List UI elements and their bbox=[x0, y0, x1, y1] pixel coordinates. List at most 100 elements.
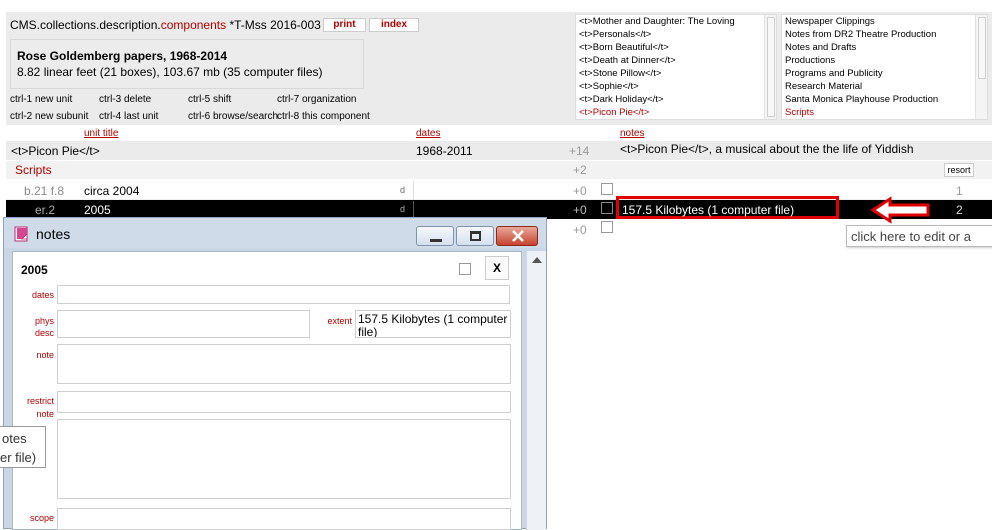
list-item[interactable]: Newspaper Clippings bbox=[782, 15, 987, 28]
collection-summary: Rose Goldemberg papers, 1968-2014 8.82 l… bbox=[10, 39, 364, 89]
notes-form: 2005 X dates phys desc extent 157.5 Kilo… bbox=[12, 251, 522, 530]
shortcut-organization[interactable]: ctrl-7 organization bbox=[277, 94, 356, 105]
tooltip: click here to edit or a bbox=[846, 225, 992, 247]
list-item-selected[interactable]: <t>Picon Pie</t> bbox=[576, 106, 776, 119]
list-item[interactable]: Santa Monica Playhouse Production bbox=[782, 93, 987, 106]
list-item[interactable]: Productions bbox=[782, 54, 987, 67]
restrict-note-label: note bbox=[36, 409, 54, 419]
row-location: er.2 bbox=[35, 203, 56, 217]
scope-textarea[interactable] bbox=[57, 508, 511, 530]
close-icon bbox=[512, 230, 524, 242]
row-checkbox[interactable] bbox=[601, 221, 613, 233]
restrict-note-input[interactable] bbox=[57, 391, 511, 413]
path-components: components bbox=[160, 18, 227, 32]
top-panel: CMS.collections.description.components *… bbox=[6, 12, 992, 125]
extent-line-1: 157.5 Kilobytes (1 computer bbox=[358, 312, 508, 326]
row-location: b.21 f.8 bbox=[24, 184, 65, 198]
arrow-left-icon bbox=[870, 196, 930, 224]
path-prefix: CMS.collections.description. bbox=[10, 18, 161, 32]
row-checkbox[interactable] bbox=[601, 183, 613, 195]
column-dates[interactable]: dates bbox=[416, 128, 440, 139]
clipped-tooltip: otes er file) bbox=[0, 426, 46, 468]
series-list[interactable]: Newspaper Clippings Notes from DR2 Theat… bbox=[781, 14, 988, 120]
note-label: note bbox=[36, 350, 54, 360]
row-number: 2 bbox=[956, 203, 963, 217]
parent-dates: 1968-2011 bbox=[416, 144, 473, 158]
row-count: +0 bbox=[573, 203, 587, 217]
table-row[interactable]: b.21 f.8 circa 2004 d +0 1 bbox=[6, 181, 992, 200]
shortcut-new-subunit[interactable]: ctrl-2 new subunit bbox=[10, 111, 88, 122]
component-title-list[interactable]: <t>Mother and Daughter: The Loving <t>Pe… bbox=[575, 14, 777, 120]
list-item[interactable]: Programs and Publicity bbox=[782, 67, 987, 80]
date-chip[interactable]: d bbox=[400, 204, 405, 214]
series-title: Scripts bbox=[15, 163, 52, 177]
list-item[interactable]: <t>Born Beautiful</t> bbox=[576, 41, 776, 54]
list-item[interactable]: Notes and Drafts bbox=[782, 41, 987, 54]
list-item[interactable]: Notes from DR2 Theatre Production bbox=[782, 28, 987, 41]
minimize-icon bbox=[430, 239, 442, 242]
close-window-button[interactable] bbox=[496, 226, 538, 246]
shortcut-this-component[interactable]: ctrl-8 this component bbox=[277, 111, 370, 122]
clipped-line-2: er file) bbox=[0, 450, 37, 465]
row-title[interactable]: 2005 bbox=[84, 203, 111, 217]
resort-button[interactable]: resort bbox=[944, 163, 974, 177]
parent-count: +14 bbox=[569, 144, 590, 158]
maximize-icon bbox=[470, 231, 481, 241]
extent-line-2: file) bbox=[358, 325, 378, 338]
maximize-button[interactable] bbox=[456, 226, 494, 246]
extent-input[interactable]: 157.5 Kilobytes (1 computer file) bbox=[355, 310, 511, 338]
scrollbar[interactable] bbox=[975, 15, 987, 119]
extent-label: extent bbox=[327, 316, 352, 326]
scroll-up-icon[interactable] bbox=[532, 257, 542, 263]
note-textarea[interactable] bbox=[57, 344, 511, 384]
series-count: +2 bbox=[573, 163, 587, 177]
scope-label: scope bbox=[29, 513, 54, 523]
shortcut-last-unit[interactable]: ctrl-4 last unit bbox=[99, 111, 158, 122]
dates-input[interactable] bbox=[57, 285, 510, 304]
form-checkbox[interactable] bbox=[459, 263, 471, 275]
list-item[interactable]: <t>Personals</t> bbox=[576, 28, 776, 41]
row-count: +0 bbox=[573, 184, 587, 198]
notes-window[interactable]: notes 2005 X dates phys desc extent 157.… bbox=[3, 217, 547, 530]
list-item[interactable]: <t>Mother and Daughter: The Loving bbox=[576, 15, 776, 28]
row-checkbox[interactable] bbox=[601, 202, 613, 214]
print-button[interactable]: print bbox=[323, 18, 366, 32]
parent-row[interactable]: <t>Picon Pie</t> 1968-2011 +14 <t>Picon … bbox=[6, 141, 992, 160]
list-item[interactable]: <t>Death at Dinner</t> bbox=[576, 54, 776, 67]
shortcut-delete[interactable]: ctrl-3 delete bbox=[99, 94, 151, 105]
list-item[interactable]: <t>Sophie</t> bbox=[576, 80, 776, 93]
window-title: notes bbox=[36, 226, 71, 242]
form-heading: 2005 bbox=[21, 263, 48, 277]
row-number: 1 bbox=[956, 184, 963, 198]
date-chip[interactable]: d bbox=[400, 185, 405, 195]
form-scrollbar[interactable] bbox=[526, 251, 546, 530]
dates-label: dates bbox=[31, 290, 54, 300]
list-item[interactable]: <t>Dark Holiday</t> bbox=[576, 93, 776, 106]
column-unit-title[interactable]: unit title bbox=[84, 128, 118, 139]
desc-label: desc bbox=[34, 328, 54, 338]
index-button[interactable]: index bbox=[369, 18, 419, 32]
physdesc-input[interactable] bbox=[57, 310, 310, 338]
collection-id: *T-Mss 2016-003 bbox=[226, 18, 321, 32]
restrict-label: restrict bbox=[27, 396, 54, 406]
phys-label: phys bbox=[34, 316, 54, 326]
close-form-button[interactable]: X bbox=[485, 256, 509, 280]
row-count: +0 bbox=[573, 223, 587, 237]
row-extent[interactable]: 157.5 Kilobytes (1 computer file) bbox=[622, 203, 794, 217]
shortcut-browse-search[interactable]: ctrl-6 browse/search bbox=[188, 111, 278, 122]
breadcrumb: CMS.collections.description.components *… bbox=[10, 18, 321, 32]
scrollbar[interactable] bbox=[764, 15, 776, 119]
list-item[interactable]: Research Material bbox=[782, 80, 987, 93]
parent-title: <t>Picon Pie</t> bbox=[11, 144, 100, 158]
series-row[interactable]: Scripts +2 resort bbox=[6, 161, 992, 179]
column-notes[interactable]: notes bbox=[620, 128, 644, 139]
window-titlebar[interactable]: notes bbox=[4, 218, 546, 248]
description-textarea[interactable] bbox=[57, 419, 511, 499]
row-title[interactable]: circa 2004 bbox=[84, 184, 139, 198]
shortcut-shift[interactable]: ctrl-5 shift bbox=[188, 94, 231, 105]
minimize-button[interactable] bbox=[416, 226, 454, 246]
list-item-selected[interactable]: Scripts bbox=[782, 106, 987, 119]
shortcut-new-unit[interactable]: ctrl-1 new unit bbox=[10, 94, 72, 105]
parent-note: <t>Picon Pie</t>, a musical about the th… bbox=[620, 142, 914, 156]
list-item[interactable]: <t>Stone Pillow</t> bbox=[576, 67, 776, 80]
